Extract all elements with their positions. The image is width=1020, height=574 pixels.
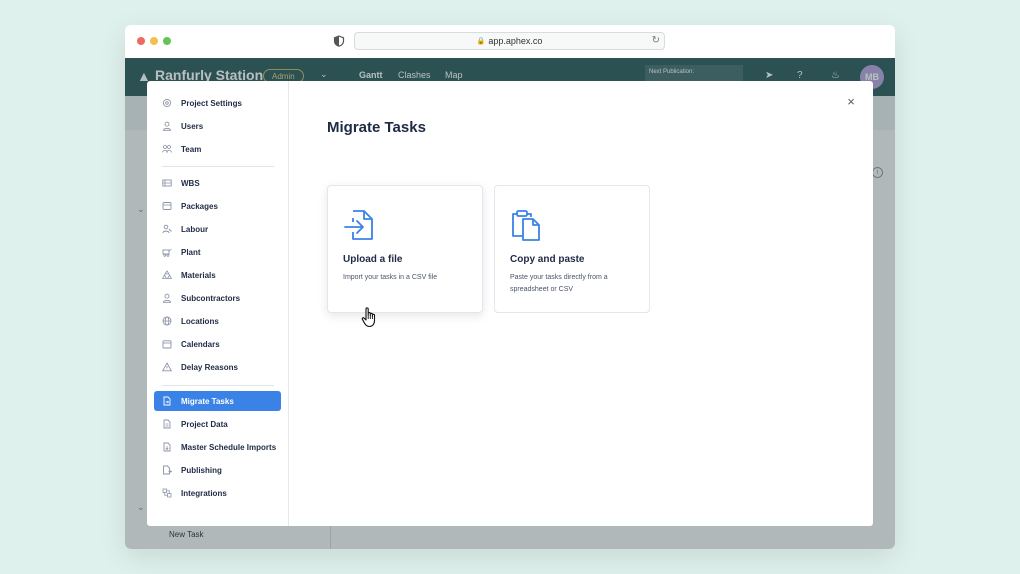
- warning-icon: [162, 362, 172, 372]
- labour-icon: [162, 224, 172, 234]
- gear-icon: [162, 98, 172, 108]
- globe-icon: [162, 316, 172, 326]
- sidebar-item-label: Project Data: [181, 419, 228, 429]
- card-description: Paste your tasks directly from a spreads…: [510, 274, 608, 293]
- copy-paste-card[interactable]: Copy and paste Paste your tasks directly…: [494, 185, 650, 313]
- card-title: Copy and paste: [510, 254, 585, 265]
- materials-icon: [162, 270, 172, 279]
- settings-modal: Project Settings Users Team WBS Packages…: [147, 81, 873, 526]
- data-icon: [163, 419, 171, 429]
- sidebar-item-label: Locations: [181, 316, 219, 326]
- file-upload-icon: [344, 210, 373, 240]
- menu-divider: [162, 385, 274, 386]
- sidebar-item-plant[interactable]: Plant: [154, 242, 281, 262]
- sidebar-item-label: Project Settings: [181, 98, 242, 108]
- sidebar-item-labour[interactable]: Labour: [154, 219, 281, 239]
- sidebar-item-label: WBS: [181, 178, 200, 188]
- sidebar-item-label: Master Schedule Imports: [181, 442, 277, 452]
- sidebar-item-label: Migrate Tasks: [181, 396, 234, 406]
- sidebar-item-team[interactable]: Team: [154, 139, 281, 159]
- import-icon: [163, 442, 171, 452]
- sidebar-item-label: Integrations: [181, 488, 227, 498]
- wbs-icon: [162, 179, 172, 187]
- page-title: Migrate Tasks: [327, 119, 426, 136]
- sidebar-item-delay-reasons[interactable]: Delay Reasons: [154, 357, 281, 377]
- card-description: Import your tasks in a CSV file: [343, 274, 438, 281]
- url-text: app.aphex.co: [488, 36, 543, 46]
- package-icon: [162, 202, 172, 210]
- minimize-window-button[interactable]: [150, 37, 158, 45]
- sidebar-item-materials[interactable]: Materials: [154, 265, 281, 285]
- publish-icon: [163, 465, 172, 475]
- sidebar-item-subcontractors[interactable]: Subcontractors: [154, 288, 281, 308]
- sidebar-item-publishing[interactable]: Publishing: [154, 460, 281, 480]
- settings-sidebar: Project Settings Users Team WBS Packages…: [147, 81, 289, 526]
- sidebar-item-label: Users: [181, 121, 204, 131]
- menu-divider: [162, 166, 274, 167]
- browser-toolbar: 🔒 app.aphex.co ↻: [125, 25, 895, 58]
- calendar-icon: [162, 340, 172, 349]
- address-bar[interactable]: 🔒 app.aphex.co ↻: [354, 32, 665, 50]
- sidebar-item-label: Team: [181, 144, 202, 154]
- close-icon[interactable]: ×: [844, 95, 858, 109]
- sidebar-item-project-data[interactable]: Project Data: [154, 414, 281, 434]
- subcontractor-icon: [163, 293, 171, 303]
- sidebar-item-users[interactable]: Users: [154, 116, 281, 136]
- sidebar-item-label: Calendars: [181, 339, 220, 349]
- user-icon: [163, 121, 171, 131]
- close-window-button[interactable]: [137, 37, 145, 45]
- sidebar-item-label: Labour: [181, 224, 209, 234]
- integrations-icon: [162, 488, 172, 498]
- sidebar-item-integrations[interactable]: Integrations: [154, 483, 281, 503]
- sidebar-item-label: Delay Reasons: [181, 362, 238, 372]
- sidebar-item-calendars[interactable]: Calendars: [154, 334, 281, 354]
- sidebar-item-locations[interactable]: Locations: [154, 311, 281, 331]
- team-icon: [162, 145, 172, 153]
- sidebar-item-master-schedule-imports[interactable]: Master Schedule Imports: [154, 437, 281, 457]
- lock-icon: 🔒: [476, 38, 486, 45]
- sidebar-item-label: Materials: [181, 270, 216, 280]
- sidebar-item-label: Plant: [181, 247, 201, 257]
- sidebar-item-label: Publishing: [181, 465, 222, 475]
- maximize-window-button[interactable]: [163, 37, 171, 45]
- upload-file-card[interactable]: Upload a file Import your tasks in a CSV…: [327, 185, 483, 313]
- card-title: Upload a file: [343, 254, 403, 265]
- sidebar-item-wbs[interactable]: WBS: [154, 173, 281, 193]
- sidebar-item-packages[interactable]: Packages: [154, 196, 281, 216]
- plant-icon: [162, 248, 172, 257]
- sidebar-item-migrate-tasks[interactable]: Migrate Tasks: [154, 391, 281, 411]
- sidebar-item-label: Subcontractors: [181, 293, 241, 303]
- sidebar-item-project-settings[interactable]: Project Settings: [154, 93, 281, 113]
- shield-icon[interactable]: [333, 35, 345, 47]
- migrate-icon: [163, 396, 171, 406]
- hand-pointer-icon: [361, 307, 376, 328]
- clipboard-icon: [512, 210, 540, 241]
- sidebar-item-label: Packages: [181, 201, 218, 211]
- reload-icon[interactable]: ↻: [652, 35, 660, 46]
